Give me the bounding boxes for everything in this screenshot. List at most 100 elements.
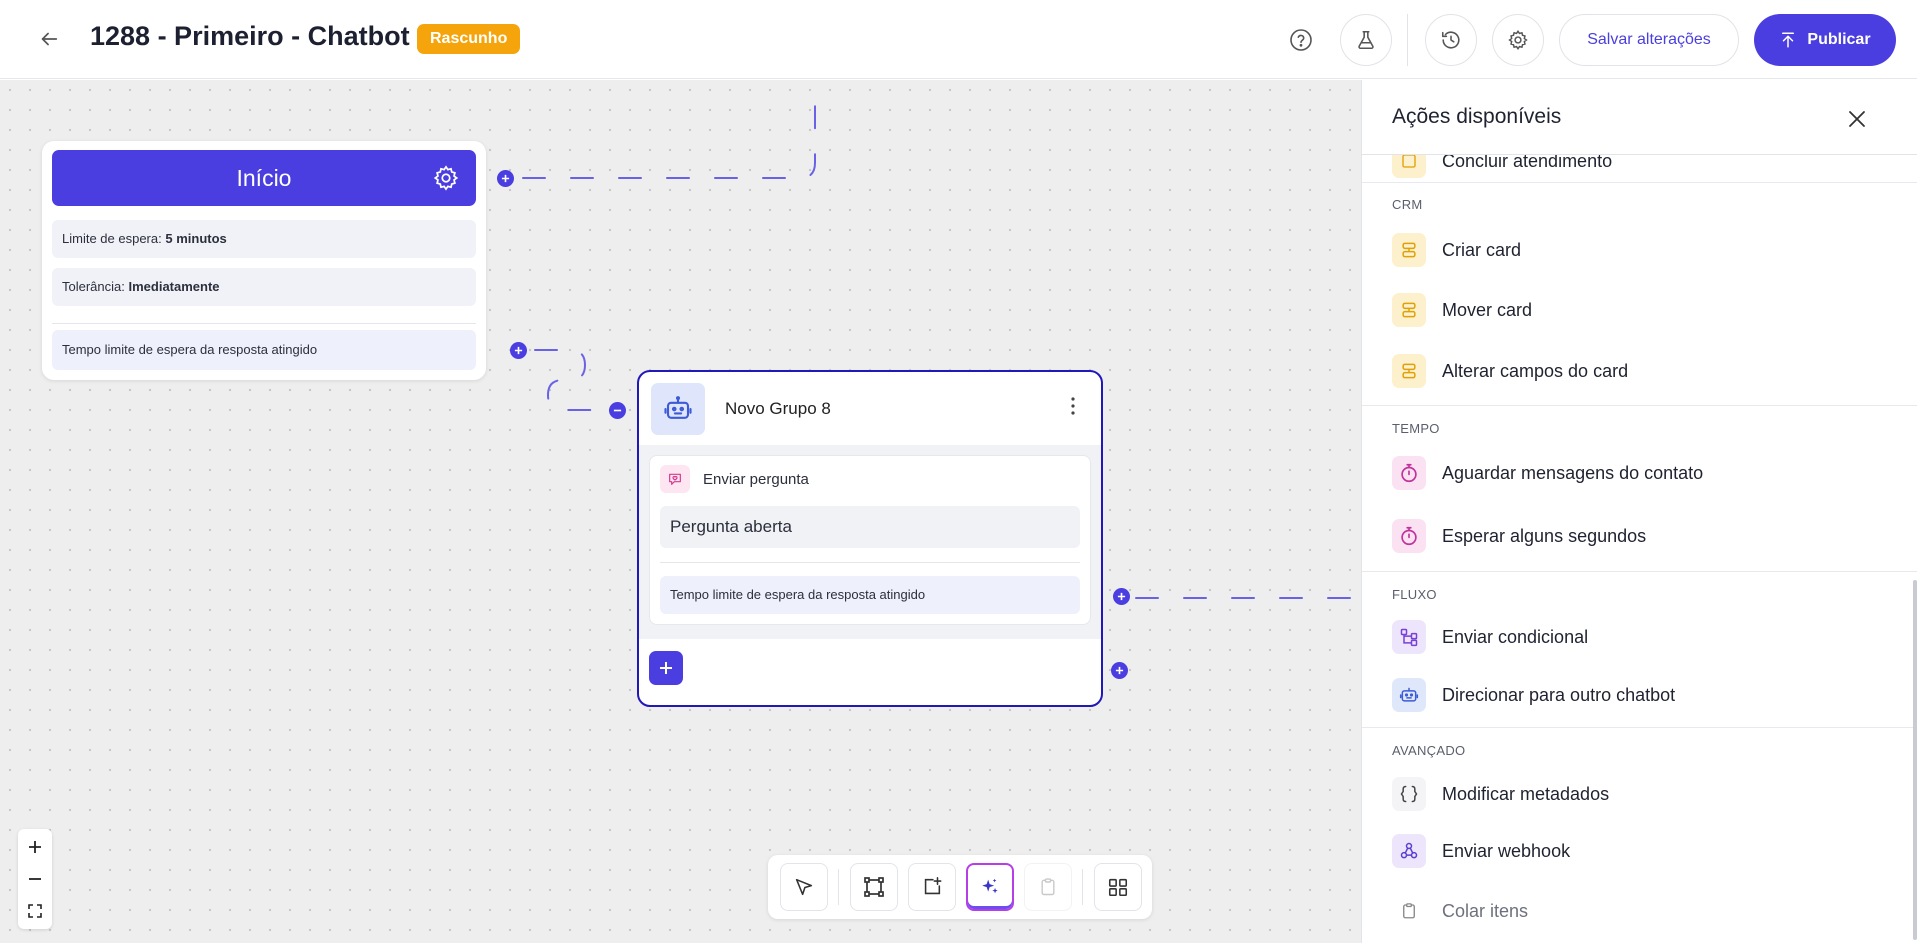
cursor-icon — [795, 878, 813, 896]
start-node-header: Início — [52, 150, 476, 206]
robot-icon — [664, 396, 692, 419]
history-button[interactable] — [1425, 14, 1477, 66]
plus-icon — [29, 841, 41, 853]
panel-scrollbar[interactable] — [1913, 580, 1917, 940]
fit-view-button[interactable] — [18, 895, 52, 927]
group-avatar — [651, 383, 705, 435]
connection-loop — [534, 349, 604, 411]
toolbar-divider — [1082, 869, 1083, 905]
action-redirect-chatbot[interactable]: Direcionar para outro chatbot — [1392, 677, 1872, 713]
grid-icon — [1108, 878, 1128, 897]
add-connection-button[interactable] — [497, 170, 514, 187]
paste-tool-button[interactable] — [1024, 863, 1072, 911]
divider — [660, 562, 1080, 563]
select-tool-button[interactable] — [780, 863, 828, 911]
action-icon — [1392, 456, 1426, 490]
actions-panel: Ações disponíveis Concluir atendimento C… — [1361, 80, 1917, 943]
divider — [52, 323, 476, 324]
action-modify-metadata[interactable]: Modificar metadados — [1392, 776, 1872, 812]
sparkles-icon — [982, 878, 998, 894]
action-item[interactable]: Concluir atendimento — [1392, 154, 1872, 179]
card-icon — [1402, 242, 1416, 258]
question-block-label: Enviar pergunta — [703, 471, 809, 488]
back-button[interactable] — [34, 24, 64, 54]
grid-tool-button[interactable] — [1094, 863, 1142, 911]
question-block-icon — [660, 465, 690, 493]
action-wait-seconds[interactable]: Esperar alguns segundos — [1392, 518, 1872, 554]
start-node[interactable]: Início Limite de espera: 5 minutos Toler… — [42, 141, 486, 380]
add-block-button[interactable] — [649, 651, 683, 685]
action-move-card[interactable]: Mover card — [1392, 292, 1872, 328]
zoom-out-button[interactable] — [18, 863, 52, 895]
action-create-card[interactable]: Criar card — [1392, 232, 1872, 268]
connection-start-top — [522, 94, 816, 179]
fullscreen-icon — [28, 904, 42, 918]
zoom-controls — [18, 829, 52, 929]
add-connection-button[interactable] — [510, 342, 527, 359]
plus-icon — [1115, 666, 1124, 675]
clipboard-icon — [1403, 903, 1415, 919]
action-label: Modificar metadados — [1442, 783, 1610, 804]
publish-label: Publicar — [1807, 31, 1871, 48]
action-label: Esperar alguns segundos — [1442, 525, 1647, 546]
actions-list[interactable]: Concluir atendimento CRM Criar card Move… — [1362, 154, 1917, 943]
publish-button[interactable]: Publicar — [1754, 14, 1896, 66]
tolerance-value: Imediatamente — [128, 279, 220, 294]
action-send-conditional[interactable]: Enviar condicional — [1392, 619, 1872, 655]
action-icon — [1392, 894, 1426, 928]
action-label: Mover card — [1442, 299, 1533, 320]
wait-limit-row: Limite de espera: 5 minutos — [52, 220, 476, 258]
action-paste-items[interactable]: Colar itens — [1392, 893, 1872, 929]
action-label: Enviar webhook — [1442, 840, 1571, 861]
group-node[interactable]: Novo Grupo 8 Enviar pergunta Pergunta ab… — [637, 370, 1103, 707]
plus-icon — [514, 346, 523, 355]
test-button[interactable] — [1340, 14, 1392, 66]
frame-icon — [864, 877, 884, 897]
add-group-tool-button[interactable] — [908, 863, 956, 911]
panel-header-divider — [1362, 154, 1917, 155]
action-label: Enviar condicional — [1442, 626, 1589, 647]
section-label-tempo: TEMPO — [1392, 421, 1440, 436]
add-connection-button[interactable] — [1111, 662, 1128, 679]
action-icon — [1392, 293, 1426, 327]
help-button[interactable] — [1283, 22, 1319, 58]
question-timeout-row: Tempo limite de espera da resposta ating… — [660, 576, 1080, 614]
group-title[interactable]: Novo Grupo 8 — [725, 399, 831, 419]
save-changes-button[interactable]: Salvar alterações — [1559, 14, 1739, 66]
upload-icon — [1782, 32, 1795, 48]
panel-title: Ações disponíveis — [1392, 105, 1562, 128]
question-block[interactable]: Enviar pergunta Pergunta aberta Tempo li… — [649, 455, 1091, 625]
gear-icon — [1508, 30, 1528, 50]
section-divider — [1362, 405, 1917, 406]
action-edit-card-fields[interactable]: Alterar campos do card — [1392, 353, 1872, 389]
wait-limit-value: 5 minutos — [165, 231, 227, 246]
action-label: Concluir atendimento — [1442, 154, 1613, 171]
section-divider — [1362, 727, 1917, 728]
ai-tool-button[interactable] — [966, 863, 1014, 911]
action-icon — [1392, 620, 1426, 654]
canvas-toolbar — [768, 855, 1152, 919]
header-divider — [1407, 14, 1408, 66]
remove-connection-button[interactable] — [609, 402, 626, 419]
page-title: 1288 - Primeiro - Chatbot — [90, 21, 410, 51]
action-label: Aguardar mensagens do contato — [1442, 462, 1704, 483]
top-header: 1288 - Primeiro - Chatbot Rascunho Salva… — [0, 0, 1917, 79]
status-badge: Rascunho — [417, 24, 521, 54]
group-menu-button[interactable] — [1065, 394, 1081, 418]
start-node-settings-button[interactable] — [432, 164, 460, 192]
frame-tool-button[interactable] — [850, 863, 898, 911]
add-connection-button[interactable] — [1113, 588, 1130, 605]
flow-canvas[interactable]: Início Limite de espera: 5 minutos Toler… — [0, 80, 1361, 943]
section-label-fluxo: FLUXO — [1392, 587, 1437, 602]
zoom-in-button[interactable] — [18, 831, 52, 863]
chat-heart-icon — [669, 473, 681, 485]
action-wait-messages[interactable]: Aguardar mensagens do contato — [1392, 455, 1872, 491]
timer-icon — [1401, 526, 1417, 546]
action-send-webhook[interactable]: Enviar webhook — [1392, 833, 1872, 869]
action-icon — [1392, 834, 1426, 868]
action-icon — [1392, 233, 1426, 267]
close-panel-button[interactable] — [1843, 105, 1871, 133]
card-icon — [1402, 154, 1416, 168]
settings-button[interactable] — [1492, 14, 1544, 66]
group-body: Enviar pergunta Pergunta aberta Tempo li… — [639, 445, 1101, 639]
